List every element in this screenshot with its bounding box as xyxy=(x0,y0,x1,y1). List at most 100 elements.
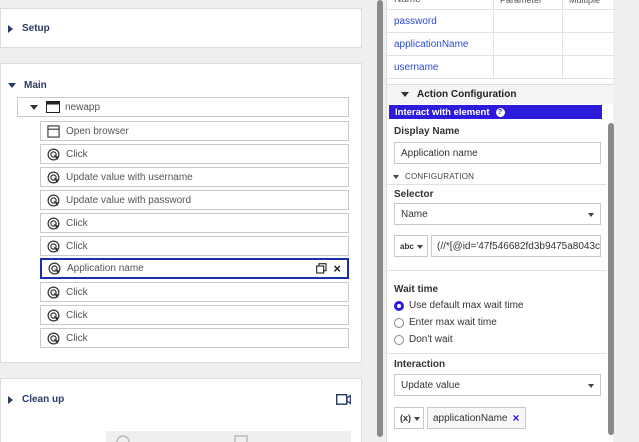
help-icon[interactable]: ? xyxy=(495,107,505,117)
selector-type-select[interactable]: Name xyxy=(394,203,601,225)
tap-icon xyxy=(47,286,60,298)
table-header: Name Parameter Multiple xyxy=(387,0,614,10)
interaction-value: Update value xyxy=(401,379,460,391)
app-name: newapp xyxy=(65,101,101,113)
step-actions: × xyxy=(316,262,341,275)
variable-chip[interactable]: applicationName × xyxy=(427,407,526,429)
table-row[interactable]: username xyxy=(387,56,614,79)
radio-label: Enter max wait time xyxy=(409,317,497,328)
multiple-cell xyxy=(563,33,614,55)
main-header[interactable]: Main xyxy=(8,80,47,91)
step-row[interactable]: Click xyxy=(40,328,349,348)
remove-icon[interactable]: × xyxy=(513,411,520,425)
radio-max-wait[interactable]: Enter max wait time xyxy=(394,317,497,328)
window-icon xyxy=(46,101,60,113)
radio-default-wait[interactable]: Use default max wait time xyxy=(394,300,524,311)
step-row[interactable]: Click xyxy=(40,282,349,302)
radio-button[interactable] xyxy=(394,334,404,345)
collapse-arrow-icon[interactable] xyxy=(401,92,409,97)
duplicate-icon[interactable] xyxy=(316,263,327,274)
vertical-scrollbar[interactable] xyxy=(377,0,383,437)
table-row[interactable]: password xyxy=(387,10,614,33)
selector-mode-select[interactable]: abc xyxy=(394,235,428,257)
divider xyxy=(387,270,606,271)
expand-arrow-icon[interactable] xyxy=(8,24,13,33)
step-label: Application name xyxy=(67,263,144,274)
interaction-select[interactable]: Update value xyxy=(394,374,601,396)
delete-icon[interactable]: × xyxy=(333,262,341,275)
tap-icon xyxy=(47,217,60,229)
step-label: Open browser xyxy=(66,125,129,137)
cleanup-dropzone xyxy=(106,431,351,442)
step-row[interactable]: Click xyxy=(40,213,349,233)
param-name[interactable]: applicationName xyxy=(387,33,494,55)
step-row[interactable]: Open browser xyxy=(40,121,349,141)
tap-icon xyxy=(47,332,60,344)
tap-icon xyxy=(47,171,60,183)
param-name[interactable]: password xyxy=(387,10,494,32)
tap-icon xyxy=(48,262,61,275)
chevron-down-icon xyxy=(588,213,594,217)
variable-name: applicationName xyxy=(433,412,508,424)
window-icon xyxy=(234,435,248,442)
step-row[interactable]: Click xyxy=(40,236,349,256)
multiple-cell xyxy=(563,56,614,78)
selector-value: (//*[@id='47f546682fd3b9475a8043c1 xyxy=(437,240,601,252)
variable-mode-select[interactable]: (x) xyxy=(394,407,424,429)
display-name-value: Application name xyxy=(401,147,478,159)
table-row[interactable]: applicationName xyxy=(387,33,614,56)
action-configuration-header[interactable]: Action Configuration xyxy=(387,84,614,104)
column-header-parameter: Parameter xyxy=(494,0,563,9)
column-header-name: Name xyxy=(387,0,494,9)
wait-time-label: Wait time xyxy=(394,284,439,295)
divider xyxy=(387,353,606,354)
divider xyxy=(387,184,606,185)
collapse-arrow-icon[interactable] xyxy=(8,83,16,88)
step-row[interactable]: Update value with password xyxy=(40,190,349,210)
properties-pane: Name Parameter Multiple password applica… xyxy=(386,0,614,442)
test-steps-pane: Setup Main newapp Open browser Click Updat… xyxy=(0,0,368,442)
selector-type-value: Name xyxy=(401,208,428,220)
radio-button[interactable] xyxy=(394,317,404,328)
param-cell xyxy=(494,10,563,32)
cleanup-label: Clean up xyxy=(22,394,65,405)
setup-label: Setup xyxy=(22,23,50,34)
display-name-label: Display Name xyxy=(394,126,460,137)
step-row[interactable]: Click xyxy=(40,144,349,164)
radio-dont-wait[interactable]: Don't wait xyxy=(394,334,453,345)
step-label: Click xyxy=(66,332,88,344)
variable-mode-value: (x) xyxy=(400,413,411,423)
collapse-arrow-icon[interactable] xyxy=(30,104,38,110)
expand-arrow-icon[interactable] xyxy=(8,395,13,404)
setup-panel: Setup xyxy=(0,8,362,48)
multiple-cell xyxy=(563,10,614,32)
collapse-arrow-icon[interactable] xyxy=(393,174,399,179)
tap-icon xyxy=(47,194,60,206)
cleanup-header[interactable]: Clean up xyxy=(8,394,64,405)
parameters-table: Name Parameter Multiple password applica… xyxy=(387,0,614,79)
properties-scrollbar[interactable] xyxy=(608,123,614,435)
tap-icon xyxy=(47,240,60,252)
param-cell xyxy=(494,56,563,78)
param-name[interactable]: username xyxy=(387,56,494,78)
step-label: Click xyxy=(66,240,88,252)
configuration-label: CONFIGURATION xyxy=(405,172,475,181)
element-type-title: Interact with element xyxy=(395,106,490,118)
app-row[interactable]: newapp xyxy=(17,97,349,117)
step-row[interactable]: Update value with username xyxy=(40,167,349,187)
cleanup-panel: Clean up xyxy=(0,378,362,442)
video-camera-icon[interactable] xyxy=(336,394,351,405)
radio-label: Use default max wait time xyxy=(409,300,524,311)
chevron-down-icon xyxy=(417,245,423,249)
window-icon xyxy=(47,124,60,138)
selector-value-input[interactable]: (//*[@id='47f546682fd3b9475a8043c1 xyxy=(431,235,601,257)
param-cell xyxy=(494,33,563,55)
chevron-down-icon xyxy=(588,384,594,388)
display-name-input[interactable]: Application name xyxy=(394,142,601,164)
configuration-section[interactable]: CONFIGURATION xyxy=(393,172,474,181)
step-label: Update value with password xyxy=(66,194,192,206)
radio-button[interactable] xyxy=(394,300,404,311)
setup-header[interactable]: Setup xyxy=(8,23,50,34)
step-row[interactable]: Click xyxy=(40,305,349,325)
step-row[interactable]: Application name × xyxy=(40,258,349,279)
